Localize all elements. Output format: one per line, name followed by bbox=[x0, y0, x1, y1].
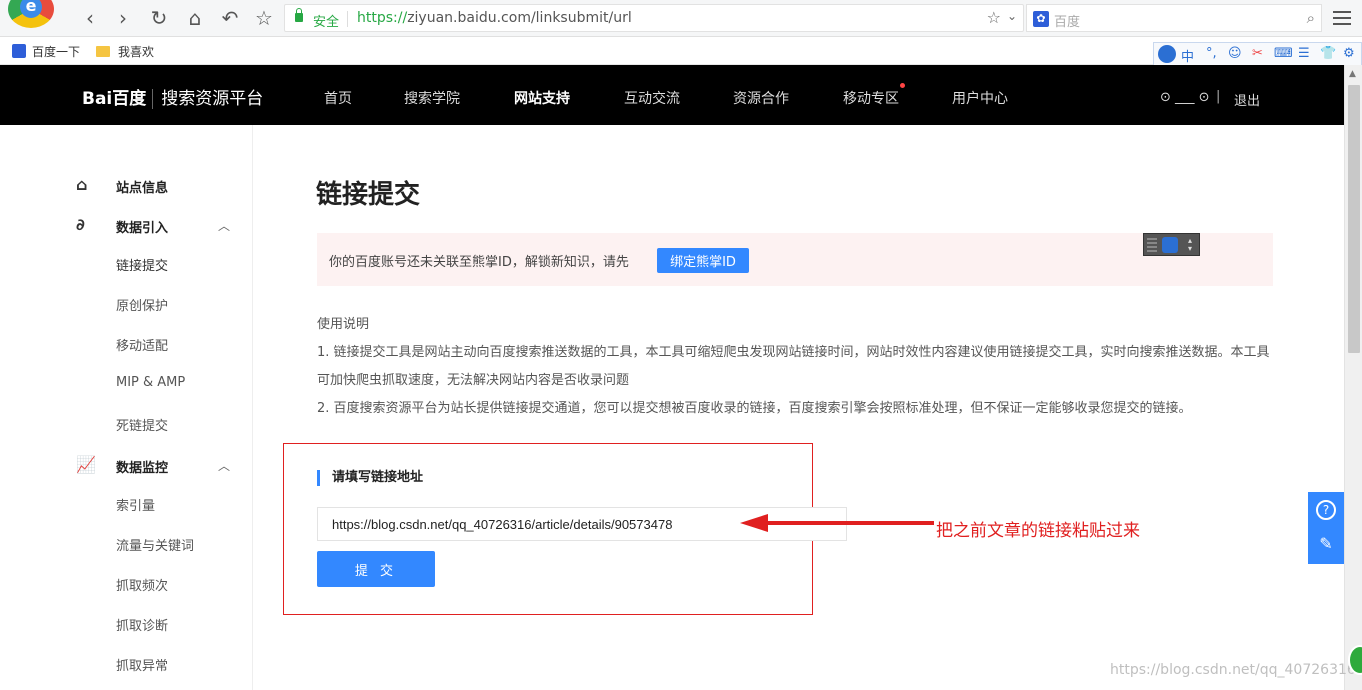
nav-cooperation[interactable]: 资源合作 bbox=[733, 88, 789, 108]
ime-skin-icon[interactable]: 👕 bbox=[1320, 46, 1336, 61]
chevron-up-icon[interactable]: ︿ bbox=[218, 457, 230, 474]
submit-button[interactable]: 提 交 bbox=[317, 551, 435, 587]
menu-icon[interactable] bbox=[1333, 11, 1351, 29]
feedback-edit-icon[interactable]: ✎ bbox=[1316, 534, 1336, 554]
page-title: 链接提交 bbox=[316, 180, 421, 210]
ime-chinese-toggle[interactable]: 中 bbox=[1181, 46, 1194, 65]
floating-qq-widget[interactable]: ▴ ▾ bbox=[1143, 233, 1200, 256]
undo-icon[interactable]: ↶ bbox=[219, 7, 241, 29]
bookmark-label: 我喜欢 bbox=[118, 45, 155, 59]
page-scrollbar[interactable]: ▲ bbox=[1344, 65, 1362, 690]
back-icon[interactable]: ‹ bbox=[79, 7, 101, 29]
watermark: https://blog.csdn.net/qq_40726316 bbox=[1110, 662, 1356, 678]
address-url[interactable]: https://ziyuan.baidu.com/linksubmit/url bbox=[357, 10, 632, 26]
sidebar-item-link-submit[interactable]: 链接提交 bbox=[116, 255, 168, 274]
scroll-thumb[interactable] bbox=[1348, 85, 1360, 353]
scroll-up-icon[interactable]: ▲ bbox=[1349, 69, 1356, 79]
search-engine-placeholder: 百度 bbox=[1054, 15, 1081, 30]
drag-handle-icon[interactable] bbox=[1147, 238, 1157, 252]
reload-icon[interactable]: ↻ bbox=[148, 7, 170, 29]
ime-toolbar: 中 °, ☺ ✂ ⌨ ☰ 👕 ⚙ bbox=[1153, 42, 1362, 66]
nav-interaction[interactable]: 互动交流 bbox=[624, 88, 680, 108]
site-header: Bai百度 搜索资源平台 首页 搜索学院 网站支持 互动交流 资源合作 移动专区 … bbox=[0, 65, 1344, 125]
browser-toolbar: ‹ › ↻ ⌂ ↶ ☆ 安全 https://ziyuan.baidu.com/… bbox=[0, 0, 1362, 37]
logout-link[interactable]: 退出 bbox=[1234, 90, 1260, 109]
sidebar-item-mobile-adapt[interactable]: 移动适配 bbox=[116, 335, 168, 354]
nav-user-center[interactable]: 用户中心 bbox=[952, 88, 1008, 108]
side-toolbar: ? ✎ bbox=[1308, 492, 1344, 564]
bookmark-label: 百度一下 bbox=[32, 45, 81, 59]
chevron-up-icon[interactable]: ︿ bbox=[218, 217, 230, 234]
sidebar-item-mip-amp[interactable]: MIP & AMP bbox=[116, 375, 185, 390]
nav-mobile[interactable]: 移动专区 bbox=[843, 88, 899, 108]
ime-emoji-icon[interactable]: ☺ bbox=[1228, 46, 1242, 61]
home-icon[interactable]: ⌂ bbox=[184, 7, 206, 29]
ime-list-icon[interactable]: ☰ bbox=[1298, 46, 1310, 61]
annotation-arrow bbox=[740, 514, 934, 532]
sidebar-group-label: 站点信息 bbox=[116, 181, 169, 196]
browser-logo-icon bbox=[8, 0, 54, 28]
ime-keyboard-icon[interactable]: ⌨ bbox=[1274, 46, 1293, 61]
address-divider bbox=[347, 11, 348, 27]
usage-item-1: 1. 链接提交工具是网站主动向百度搜索推送数据的工具，本工具可缩短爬虫发现网站链… bbox=[317, 345, 1270, 388]
usage-item-2: 2. 百度搜索资源平台为站长提供链接提交通道，您可以提交想被百度收录的链接，百度… bbox=[317, 401, 1192, 416]
usage-title: 使用说明 bbox=[317, 317, 370, 332]
sidebar-item-traffic[interactable]: 流量与关键词 bbox=[116, 535, 194, 554]
form-label: 请填写链接地址 bbox=[317, 470, 423, 486]
header-separator: | bbox=[1216, 89, 1221, 104]
chart-icon: 📈 bbox=[76, 455, 96, 474]
brand-subtitle: 搜索资源平台 bbox=[152, 89, 264, 109]
sidebar-item-crawl-error[interactable]: 抓取异常 bbox=[116, 655, 168, 674]
brand-logo[interactable]: Bai百度 搜索资源平台 bbox=[82, 84, 264, 109]
sidebar-item-dead-link[interactable]: 死链提交 bbox=[116, 415, 168, 434]
ime-scissors-icon[interactable]: ✂ bbox=[1252, 46, 1263, 61]
sidebar: ⌂ 站点信息 ∂ 数据引入 ︿ 链接提交 原创保护 移动适配 MIP & AMP… bbox=[0, 125, 253, 690]
search-icon[interactable]: ⌕ bbox=[1307, 9, 1315, 27]
qq-icon[interactable] bbox=[1162, 237, 1178, 253]
sidebar-item-crawl-frequency[interactable]: 抓取频次 bbox=[116, 575, 168, 594]
home-icon: ⌂ bbox=[76, 175, 88, 194]
notice-text: 你的百度账号还未关联至熊掌ID，解锁新知识，请先 bbox=[329, 255, 629, 270]
favorite-star-icon[interactable]: ☆ bbox=[987, 8, 1001, 27]
folder-icon bbox=[96, 46, 110, 57]
sidebar-item-original[interactable]: 原创保护 bbox=[116, 295, 168, 314]
annotation-text: 把之前文章的链接粘贴过来 bbox=[936, 521, 1140, 541]
notice-banner: 你的百度账号还未关联至熊掌ID，解锁新知识，请先 绑定熊掌ID bbox=[317, 233, 1273, 286]
secure-label: 安全 bbox=[313, 15, 340, 30]
nav-site-support[interactable]: 网站支持 bbox=[514, 88, 570, 108]
nav-academy[interactable]: 搜索学院 bbox=[404, 88, 460, 108]
notification-dot bbox=[900, 83, 905, 88]
bookmark-star-icon[interactable]: ☆ bbox=[253, 7, 275, 29]
brand-name: Bai百度 bbox=[82, 89, 147, 109]
forward-icon[interactable]: › bbox=[112, 7, 134, 29]
caret-icon[interactable]: ▴ ▾ bbox=[1188, 237, 1192, 253]
usage-instructions: 使用说明 1. 链接提交工具是网站主动向百度搜索推送数据的工具，本工具可缩短爬虫… bbox=[317, 311, 1277, 423]
lock-icon bbox=[295, 8, 303, 22]
nav-home[interactable]: 首页 bbox=[324, 88, 352, 108]
bookmark-baidu[interactable]: 百度一下 bbox=[12, 43, 80, 60]
ime-punctuation-icon[interactable]: °, bbox=[1206, 46, 1217, 61]
bookmark-favorites[interactable]: 我喜欢 bbox=[96, 43, 154, 60]
sidebar-group-label: 数据引入 bbox=[116, 221, 169, 236]
url-path: ziyuan.baidu.com/linksubmit/url bbox=[407, 10, 632, 26]
sidebar-item-crawl-diagnosis[interactable]: 抓取诊断 bbox=[116, 615, 168, 634]
browser-search-box[interactable]: ✿ 百度 ⌕ bbox=[1026, 4, 1322, 32]
sidebar-group-label: 数据监控 bbox=[116, 461, 169, 476]
baidu-paw-icon: ✿ bbox=[1033, 11, 1049, 27]
ime-logo-icon[interactable] bbox=[1158, 45, 1176, 63]
arrow-shape bbox=[740, 514, 934, 532]
address-bar[interactable]: 安全 https://ziyuan.baidu.com/linksubmit/u… bbox=[284, 4, 1024, 32]
ime-settings-icon[interactable]: ⚙ bbox=[1343, 46, 1355, 61]
baidu-paw-icon bbox=[12, 44, 26, 58]
user-name[interactable]: ⊙ ___ ⊙ bbox=[1160, 90, 1210, 105]
bind-xiongzhang-button[interactable]: 绑定熊掌ID bbox=[657, 248, 749, 273]
url-scheme: https:// bbox=[357, 10, 408, 26]
help-icon[interactable]: ? bbox=[1316, 500, 1336, 520]
sidebar-item-index[interactable]: 索引量 bbox=[116, 495, 155, 514]
chevron-down-icon[interactable]: ⌄ bbox=[1007, 9, 1017, 23]
link-icon: ∂ bbox=[76, 215, 85, 234]
